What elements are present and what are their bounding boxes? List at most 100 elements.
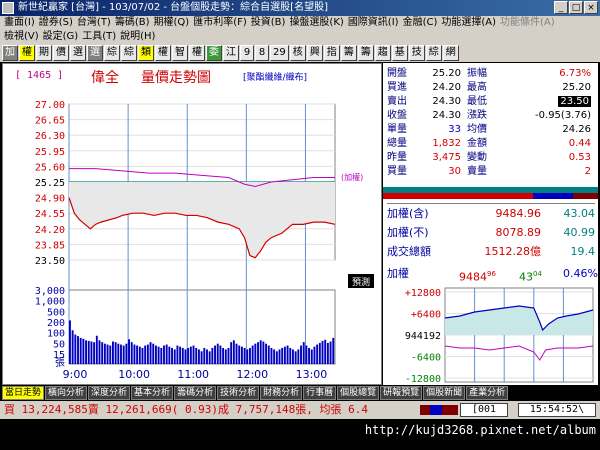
volume-bar	[232, 340, 235, 364]
tab-11[interactable]: 產業分析	[466, 386, 509, 400]
volume-bar	[243, 347, 246, 364]
volume-bar	[324, 339, 327, 364]
volume-bar	[230, 342, 233, 364]
toolbar-button[interactable]: 權	[155, 45, 171, 61]
close-button[interactable]: ×	[584, 1, 598, 14]
toolbar-button[interactable]: 江	[223, 45, 239, 61]
menu-item[interactable]: 投資(B)	[251, 16, 286, 30]
volume-bar	[144, 345, 147, 364]
menu-item[interactable]: 匯市利率(F)	[193, 16, 247, 30]
toolbar-button[interactable]: 核	[289, 45, 306, 61]
quote-value: 25.20	[505, 81, 591, 95]
clock: 15:54:52\	[518, 403, 596, 417]
code-input[interactable]: [001	[460, 403, 508, 417]
price-tick-label: 25.95	[35, 147, 65, 158]
menu-item[interactable]: 說明(H)	[120, 30, 155, 44]
toolbar-button[interactable]: 權	[19, 45, 35, 61]
tab-4[interactable]: 籌碼分析	[174, 386, 217, 400]
mini-tick-label: +12800	[405, 288, 441, 299]
volume-bar	[133, 344, 136, 364]
toolbar-button[interactable]: 智	[172, 45, 188, 61]
tab-6[interactable]: 財務分析	[260, 386, 303, 400]
menu-item[interactable]: 畫面(I)	[4, 16, 35, 30]
volume-bar	[302, 342, 305, 364]
toolbar-button[interactable]: 8	[255, 45, 269, 61]
tab-10[interactable]: 個股新聞	[423, 386, 466, 400]
preview-badge-text: 預測	[352, 276, 370, 288]
volume-bar	[82, 338, 85, 364]
toolbar-button[interactable]: 選	[70, 45, 86, 61]
minimize-button[interactable]: _	[554, 1, 568, 14]
volume-bar	[235, 343, 238, 364]
quote-value: -0.95(3.76)	[505, 109, 591, 123]
tab-3[interactable]: 基本分析	[131, 386, 174, 400]
tab-5[interactable]: 技術分析	[217, 386, 260, 400]
tab-7[interactable]: 行事曆	[303, 386, 337, 400]
quote-table: 開盤 25.20 振幅 6.73% 買進 24.20 最高 25.20 賣出 24.30 最低 23.…	[387, 67, 595, 179]
tab-9[interactable]: 研報預覽	[380, 386, 423, 400]
tab-0[interactable]: 當日走勢	[2, 386, 45, 400]
preview-badge[interactable]: 預測	[348, 274, 374, 288]
toolbar-button[interactable]: 類	[138, 45, 154, 61]
tab-1[interactable]: 橫向分析	[45, 386, 88, 400]
toolbar-button[interactable]: 基	[391, 45, 408, 61]
quote-row: 總量 1,832 金額 0.44	[387, 137, 595, 151]
menu-item[interactable]: 功能條件(A)	[500, 16, 555, 30]
volume-bar	[87, 340, 90, 364]
time-tick-label: 12:00	[236, 368, 268, 381]
quote-value: 1,832	[432, 138, 461, 149]
toolbar-button[interactable]: 綜	[104, 45, 120, 61]
volume-bar	[157, 346, 160, 364]
tab-8[interactable]: 個股總覽	[337, 386, 380, 400]
mini-tick-label: -6400	[411, 353, 441, 364]
quote-value: 24.20	[432, 82, 461, 93]
mini-index-chart[interactable]: +12800 +6400 944192 -6400 -12800	[383, 282, 598, 385]
menu-item[interactable]: 操盤選股(K)	[289, 16, 343, 30]
quote-label: 總量	[387, 138, 407, 149]
quote-row: 賣出 24.30 最低 23.50	[387, 95, 595, 109]
price-tick-label: 23.50	[35, 256, 65, 267]
menu-item[interactable]: 台灣(T)	[77, 16, 111, 30]
quote-row: 開盤 25.20 振幅 6.73%	[387, 67, 595, 81]
volume-bar	[165, 344, 168, 364]
menu-item[interactable]: 籌碼(B)	[115, 16, 150, 30]
toolbar-button[interactable]: 技	[408, 45, 425, 61]
toolbar-button[interactable]: 9	[240, 45, 254, 61]
menu-item[interactable]: 設定(G)	[43, 30, 79, 44]
window-title: 新世紀贏家 [台灣] - 103/07/02 - 台盤個股走勢：綜合自選股[名望…	[18, 2, 328, 13]
toolbar-button[interactable]: 選	[87, 45, 103, 61]
toolbar-button[interactable]: 委	[206, 45, 222, 61]
maximize-button[interactable]: □	[569, 1, 583, 14]
toolbar-button[interactable]: 籌	[357, 45, 374, 61]
toolbar-button[interactable]: 籌	[340, 45, 357, 61]
toolbar-button[interactable]: 興	[306, 45, 323, 61]
toolbar-button[interactable]: 綜	[425, 45, 442, 61]
menu-item[interactable]: 功能選擇(A)	[441, 16, 496, 30]
quote-label: 漲跌	[467, 110, 487, 121]
volume-bar	[300, 345, 302, 364]
volume-bar	[95, 335, 98, 364]
quote-value: 6.73%	[505, 67, 591, 81]
toolbar-button[interactable]: 加	[2, 45, 18, 61]
menu-item[interactable]: 國際資訊(I)	[348, 16, 399, 30]
toolbar-button[interactable]: 網	[442, 45, 459, 61]
toolbar-button[interactable]: 29	[270, 45, 289, 61]
tab-2[interactable]: 深度分析	[88, 386, 131, 400]
menu-item[interactable]: 檢視(V)	[4, 30, 39, 44]
toolbar-button[interactable]: 價	[53, 45, 69, 61]
quote-value-text: 25.20	[562, 82, 591, 93]
toolbar-button[interactable]: 趨	[374, 45, 391, 61]
time-tick-label: 11:00	[177, 368, 209, 381]
toolbar-button[interactable]: 指	[323, 45, 340, 61]
menu-item[interactable]: 證券(S)	[39, 16, 73, 30]
price-volume-chart[interactable]: 27.00 26.65 26.30 25.95 25.60 25.25 24.90 24.55…	[3, 64, 383, 384]
volume-bar	[181, 347, 184, 364]
toolbar-button[interactable]: 期	[36, 45, 52, 61]
volume-bar	[125, 343, 128, 364]
toolbar-button[interactable]: 綜	[121, 45, 137, 61]
menu-item[interactable]: 期權(Q)	[154, 16, 190, 30]
menu-item[interactable]: 金融(C)	[403, 16, 438, 30]
volume-bar	[74, 334, 77, 364]
toolbar-button[interactable]: 權	[189, 45, 205, 61]
menu-item[interactable]: 工具(T)	[82, 30, 116, 44]
